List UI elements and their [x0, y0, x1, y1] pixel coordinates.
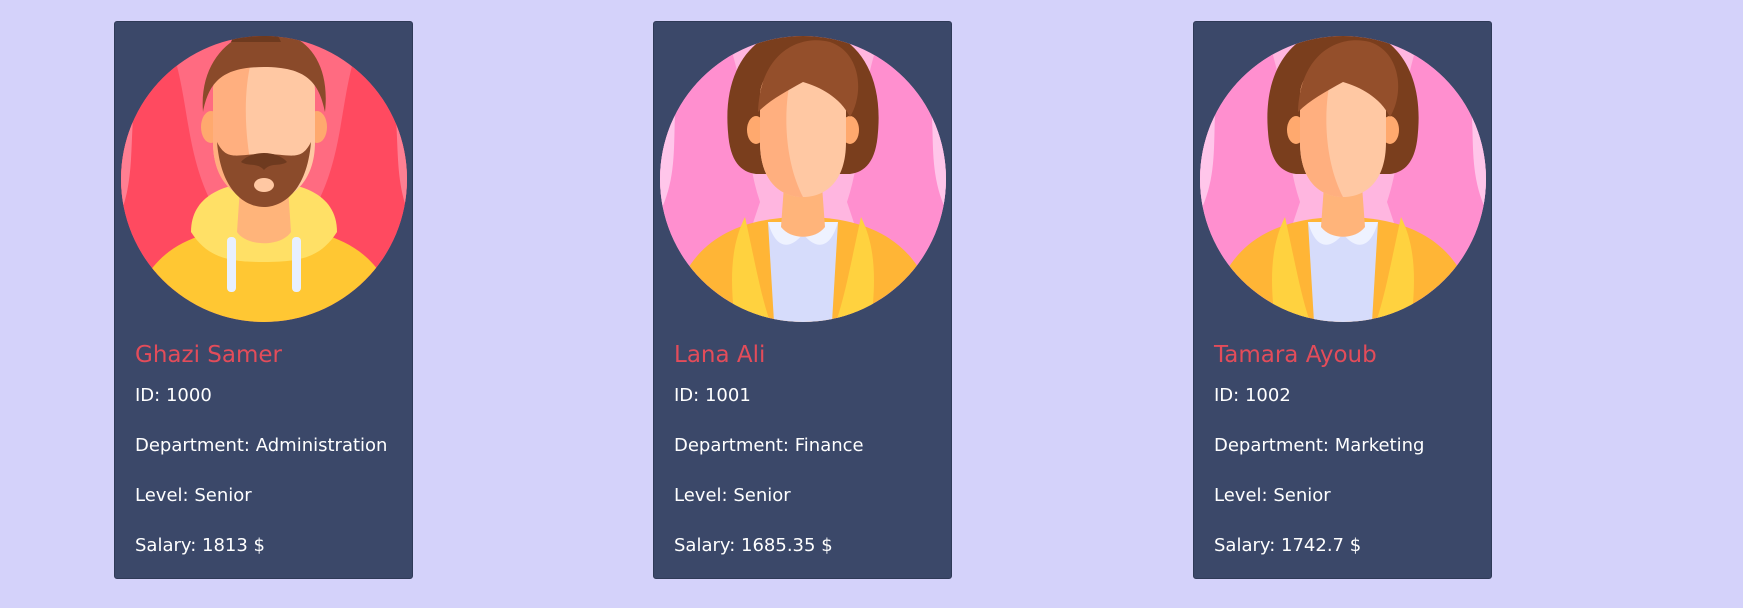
level-value: Senior [194, 485, 252, 506]
id-value: 1001 [704, 385, 751, 406]
employee-card: Tamara Ayoub ID: 1002 Department: Market… [1193, 21, 1492, 579]
employee-id: ID: 1001 [674, 384, 941, 408]
id-label: ID: [135, 385, 161, 406]
department-label: Department: [674, 435, 789, 456]
department-value: Marketing [1334, 435, 1425, 456]
employee-id: ID: 1002 [1214, 384, 1481, 408]
salary-label: Salary: [1214, 535, 1276, 556]
department-value: Finance [794, 435, 864, 456]
employee-name: Lana Ali [674, 342, 766, 368]
employee-level: Level: Senior [1214, 484, 1481, 508]
employee-salary: Salary: 1685.35 $ [674, 534, 941, 558]
level-label: Level: [1214, 485, 1268, 506]
salary-label: Salary: [135, 535, 197, 556]
salary-value: 1742.7 $ [1281, 535, 1362, 556]
employee-id: ID: 1000 [135, 384, 402, 408]
male-avatar-icon [121, 22, 408, 322]
employee-department: Department: Finance [674, 434, 941, 458]
salary-label: Salary: [674, 535, 736, 556]
id-value: 1002 [1244, 385, 1291, 406]
employee-salary: Salary: 1813 $ [135, 534, 402, 558]
employee-name: Tamara Ayoub [1214, 342, 1377, 368]
level-label: Level: [135, 485, 189, 506]
salary-value: 1685.35 $ [741, 535, 833, 556]
employee-level: Level: Senior [674, 484, 941, 508]
employee-level: Level: Senior [135, 484, 402, 508]
female-avatar-icon [1200, 22, 1487, 322]
id-label: ID: [1214, 385, 1240, 406]
id-value: 1000 [165, 385, 212, 406]
employee-department: Department: Administration [135, 434, 402, 458]
employee-card: Ghazi Samer ID: 1000 Department: Adminis… [114, 21, 413, 579]
level-label: Level: [674, 485, 728, 506]
salary-value: 1813 $ [202, 535, 266, 556]
employee-salary: Salary: 1742.7 $ [1214, 534, 1481, 558]
department-value: Administration [255, 435, 388, 456]
level-value: Senior [1273, 485, 1331, 506]
employee-name: Ghazi Samer [135, 342, 282, 368]
employee-department: Department: Marketing [1214, 434, 1481, 458]
id-label: ID: [674, 385, 700, 406]
level-value: Senior [733, 485, 791, 506]
female-avatar-icon [660, 22, 947, 322]
department-label: Department: [135, 435, 250, 456]
department-label: Department: [1214, 435, 1329, 456]
employee-card: Lana Ali ID: 1001 Department: Finance Le… [653, 21, 952, 579]
